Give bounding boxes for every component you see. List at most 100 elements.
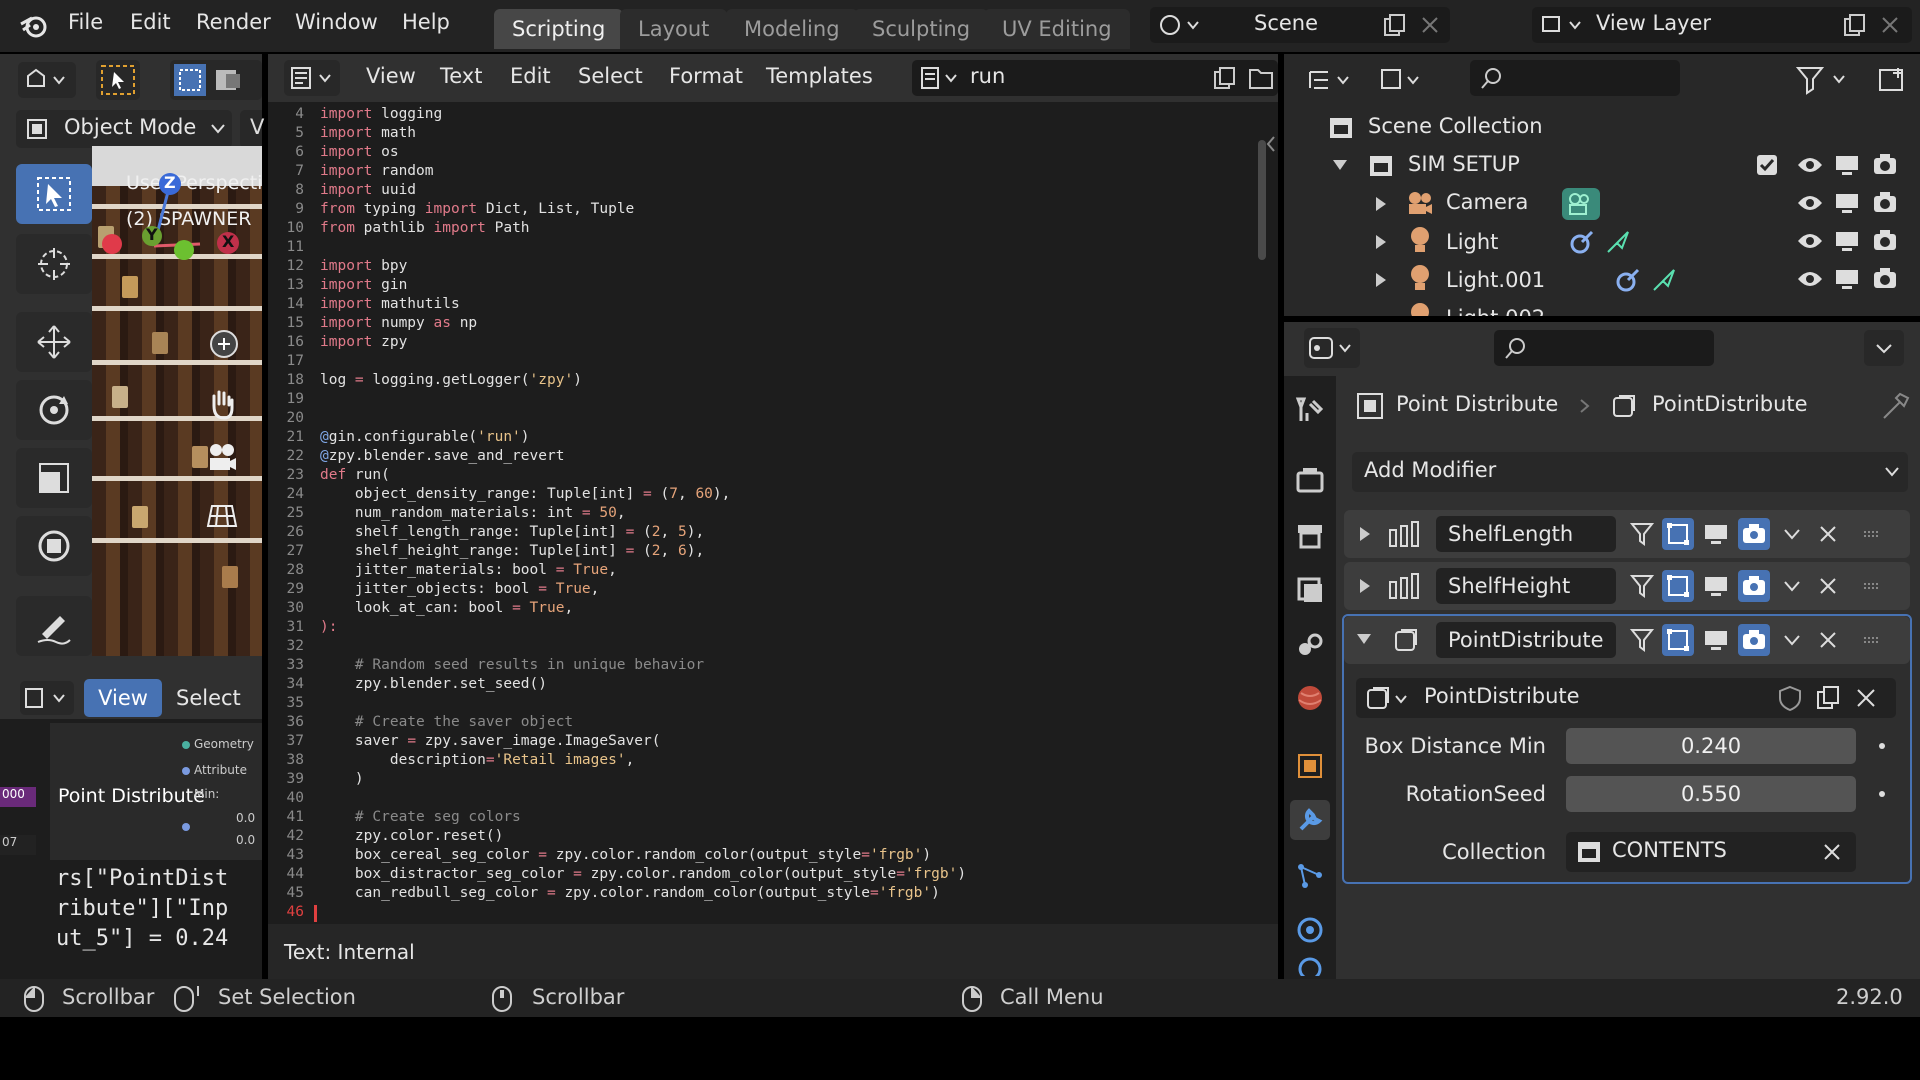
outliner[interactable]: Scene Collection SIM SETUP Camera Light …: [1284, 54, 1920, 316]
render-toggle-icon[interactable]: [1738, 624, 1770, 656]
outliner-object-light[interactable]: Light: [1284, 222, 1920, 260]
code-line[interactable]: 41 # Create seg colors: [268, 809, 1268, 828]
outliner-scene-collection[interactable]: Scene Collection: [1284, 108, 1920, 146]
outliner-search-field[interactable]: [1470, 60, 1680, 96]
eye-icon[interactable]: [1796, 230, 1824, 252]
box-distance-min-field[interactable]: 0.240: [1566, 728, 1856, 764]
code-line[interactable]: 39 ): [268, 771, 1268, 790]
filter-icon[interactable]: [1794, 64, 1854, 96]
delete-scene-icon[interactable]: [1418, 13, 1442, 37]
rotation-seed-field[interactable]: 0.550: [1566, 776, 1856, 812]
cursor-tool-button[interactable]: [16, 234, 92, 294]
render-camera-icon[interactable]: [1872, 152, 1898, 178]
code-line[interactable]: 23 def run(: [268, 467, 1268, 486]
constraint-icon[interactable]: [1568, 228, 1596, 256]
code-line[interactable]: 9 from typing import Dict, List, Tuple: [268, 201, 1268, 220]
code-line[interactable]: 4 import logging: [268, 106, 1268, 125]
navigation-gizmo[interactable]: Z Y X: [100, 170, 250, 270]
edit-mode-icon[interactable]: [1662, 570, 1694, 602]
tab-layout[interactable]: Layout: [620, 9, 728, 49]
code-line[interactable]: 45 can_redbull_seg_color = zpy.color.ran…: [268, 885, 1268, 904]
editor-type-icon[interactable]: [18, 62, 76, 98]
realtime-display-icon[interactable]: [1700, 624, 1732, 656]
code-line[interactable]: 30 look_at_can: bool = True,: [268, 600, 1268, 619]
outliner-object-light-002[interactable]: Light.002: [1284, 298, 1920, 316]
geometry-node-editor[interactable]: View Select 000 07 Point Distribute Geom…: [0, 675, 262, 979]
new-collection-icon[interactable]: [1876, 64, 1910, 96]
code-line[interactable]: 7 import random: [268, 163, 1268, 182]
menu-render[interactable]: Render: [196, 10, 271, 34]
te-menu-select[interactable]: Select: [578, 64, 643, 88]
text-editor-type-icon[interactable]: [284, 60, 340, 96]
close-icon[interactable]: [1812, 518, 1844, 550]
chevron-down-icon[interactable]: [1776, 624, 1808, 656]
menu-file[interactable]: File: [68, 10, 103, 34]
code-line[interactable]: 36 # Create the saver object: [268, 714, 1268, 733]
tab-uv-editing[interactable]: UV Editing: [984, 9, 1130, 49]
code-line[interactable]: 19: [268, 391, 1268, 410]
eye-icon[interactable]: [1796, 154, 1824, 176]
add-modifier-dropdown[interactable]: Add Modifier: [1352, 452, 1908, 492]
code-line[interactable]: 42 zpy.color.reset(): [268, 828, 1268, 847]
object-mode-selector[interactable]: Object Mode: [16, 110, 232, 148]
monitor-icon[interactable]: [1834, 230, 1860, 252]
code-line[interactable]: 8 import uuid: [268, 182, 1268, 201]
disclosure-open-icon[interactable]: [1332, 158, 1348, 172]
drag-handle-icon[interactable]: [1856, 570, 1888, 602]
code-line[interactable]: 11: [268, 239, 1268, 258]
annotate-tool-button[interactable]: [16, 596, 92, 656]
close-icon[interactable]: [1812, 570, 1844, 602]
eye-icon[interactable]: [1796, 268, 1824, 290]
disclosure-closed-icon[interactable]: [1358, 526, 1372, 542]
code-line[interactable]: 12 import bpy: [268, 258, 1268, 277]
modifier-shelf-length[interactable]: ShelfLength: [1344, 510, 1910, 558]
te-menu-edit[interactable]: Edit: [510, 64, 551, 88]
render-camera-icon[interactable]: [1872, 190, 1898, 216]
tab-modeling[interactable]: Modeling: [726, 9, 858, 49]
scene-tab-icon[interactable]: [1290, 624, 1330, 664]
transform-tool-button[interactable]: [16, 516, 92, 576]
move-tool-button[interactable]: [16, 312, 92, 372]
pin-icon[interactable]: [1882, 392, 1910, 420]
properties-editor-type-icon[interactable]: [1304, 328, 1360, 368]
te-menu-text[interactable]: Text: [440, 64, 482, 88]
chevron-down-icon[interactable]: [1864, 330, 1904, 366]
outliner-editor-type-icon[interactable]: [1304, 62, 1360, 98]
checkbox-icon[interactable]: [1756, 154, 1778, 176]
node-tab-select[interactable]: Select: [176, 679, 241, 717]
code-line[interactable]: 6 import os: [268, 144, 1268, 163]
disclosure-open-icon[interactable]: [1356, 632, 1372, 646]
modifier-point-distribute[interactable]: PointDistribute: [1344, 616, 1910, 664]
menu-window[interactable]: Window: [295, 10, 378, 34]
code-line[interactable]: 16 import zpy: [268, 334, 1268, 353]
physics-tab-icon[interactable]: [1290, 910, 1330, 950]
keyframe-dot-icon[interactable]: [1876, 788, 1888, 800]
eye-icon[interactable]: [1796, 192, 1824, 214]
disclosure-closed-icon[interactable]: [1374, 196, 1388, 212]
rotate-tool-button[interactable]: [16, 380, 92, 440]
camera-data-icon[interactable]: [1562, 188, 1600, 220]
select-box-tool-icon[interactable]: [96, 60, 140, 100]
view-layer-selector[interactable]: View Layer: [1532, 7, 1912, 43]
menu-edit[interactable]: Edit: [130, 10, 171, 34]
render-camera-icon[interactable]: [1872, 266, 1898, 292]
node-socket-dot[interactable]: [182, 741, 190, 749]
code-line[interactable]: 38 description='Retail images',: [268, 752, 1268, 771]
code-line[interactable]: 22 @zpy.blender.save_and_revert: [268, 448, 1268, 467]
render-tab-icon[interactable]: [1290, 460, 1330, 500]
duplicate-icon[interactable]: [1814, 684, 1842, 712]
constraints-tab-icon[interactable]: [1290, 956, 1330, 976]
properties-search-field[interactable]: [1494, 330, 1714, 366]
drag-handle-icon[interactable]: [1856, 518, 1888, 550]
code-line[interactable]: 20: [268, 410, 1268, 429]
new-scene-icon[interactable]: [1382, 13, 1406, 37]
outliner-collection-sim-setup[interactable]: SIM SETUP: [1284, 146, 1920, 184]
drag-handle-icon[interactable]: [1856, 624, 1888, 656]
code-line[interactable]: 44 box_distractor_seg_color = zpy.color.…: [268, 866, 1268, 885]
code-line[interactable]: 31):: [268, 619, 1268, 638]
unlink-icon[interactable]: [1852, 684, 1880, 712]
tab-sculpting[interactable]: Sculpting: [854, 9, 989, 49]
monitor-icon[interactable]: [1834, 154, 1860, 176]
code-line[interactable]: 43 box_cereal_seg_color = zpy.color.rand…: [268, 847, 1268, 866]
pan-hand-icon[interactable]: [204, 386, 240, 422]
